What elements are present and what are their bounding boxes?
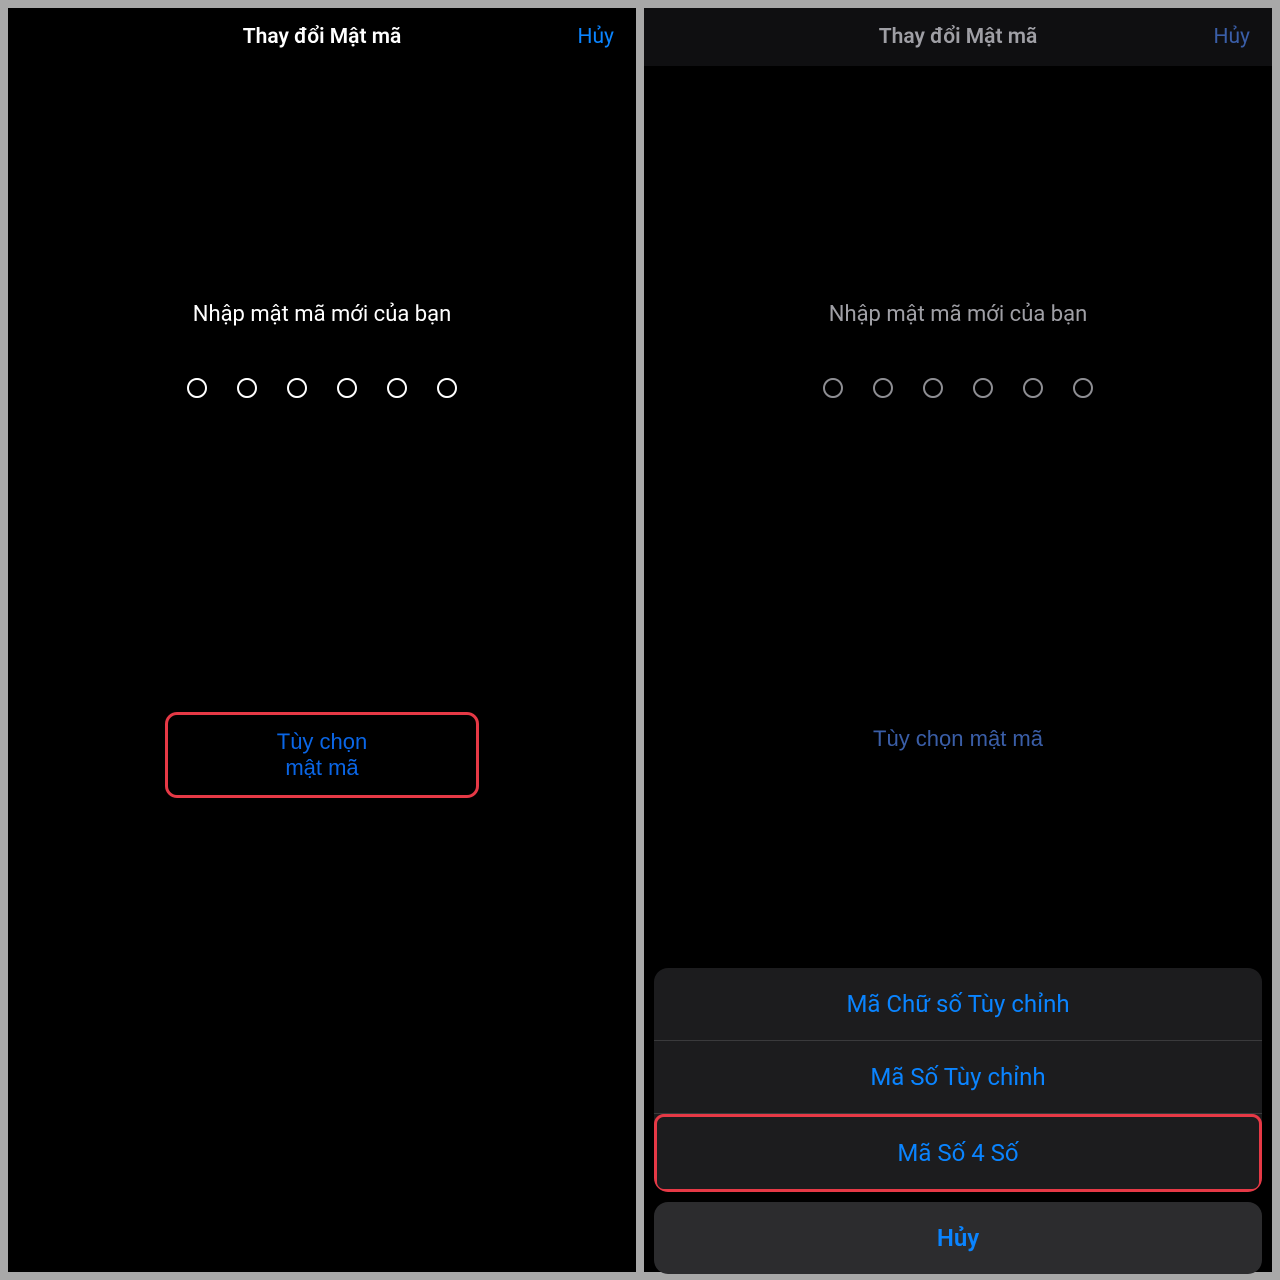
option-custom-numeric[interactable]: Mã Số Tùy chỉnh [654,1041,1262,1114]
screen-left: Thay đổi Mật mã Hủy Nhập mật mã mới của … [8,8,636,1272]
passcode-dot-icon [923,378,943,398]
passcode-dot-icon [823,378,843,398]
passcode-dot-icon [1073,378,1093,398]
passcode-options-button[interactable]: Tùy chọn mật mã [165,712,479,798]
content-area: Nhập mật mã mới của bạn Tùy chọn mật mã [8,66,636,1272]
passcode-prompt: Nhập mật mã mới của bạn [8,302,636,327]
passcode-dot-icon [187,378,207,398]
option-custom-alphanumeric[interactable]: Mã Chữ số Tùy chỉnh [654,968,1262,1041]
passcode-dot-icon [1023,378,1043,398]
nav-title: Thay đổi Mật mã [726,25,1190,49]
content-area: Nhập mật mã mới của bạn Tùy chọn mật mã … [644,66,1272,1272]
passcode-dots [8,378,636,398]
action-sheet-options: Mã Chữ số Tùy chỉnh Mã Số Tùy chỉnh Mã S… [654,968,1262,1192]
screen-right: Thay đổi Mật mã Hủy Nhập mật mã mới của … [644,8,1272,1272]
nav-bar: Thay đổi Mật mã Hủy [8,8,636,66]
nav-bar: Thay đổi Mật mã Hủy [644,8,1272,66]
passcode-prompt: Nhập mật mã mới của bạn [644,302,1272,327]
cancel-button[interactable]: Hủy [554,25,614,49]
passcode-dot-icon [873,378,893,398]
passcode-dot-icon [287,378,307,398]
cancel-button[interactable]: Hủy [1190,25,1250,49]
passcode-dot-icon [973,378,993,398]
passcode-dots [644,378,1272,398]
nav-title: Thay đổi Mật mã [90,25,554,49]
passcode-dot-icon [387,378,407,398]
option-4-digit[interactable]: Mã Số 4 Số [654,1114,1262,1192]
passcode-dot-icon [437,378,457,398]
action-sheet: Mã Chữ số Tùy chỉnh Mã Số Tùy chỉnh Mã S… [654,968,1262,1272]
passcode-options-button[interactable]: Tùy chọn mật mã [833,712,1083,766]
action-sheet-cancel-button[interactable]: Hủy [654,1202,1262,1274]
passcode-dot-icon [237,378,257,398]
passcode-dot-icon [337,378,357,398]
